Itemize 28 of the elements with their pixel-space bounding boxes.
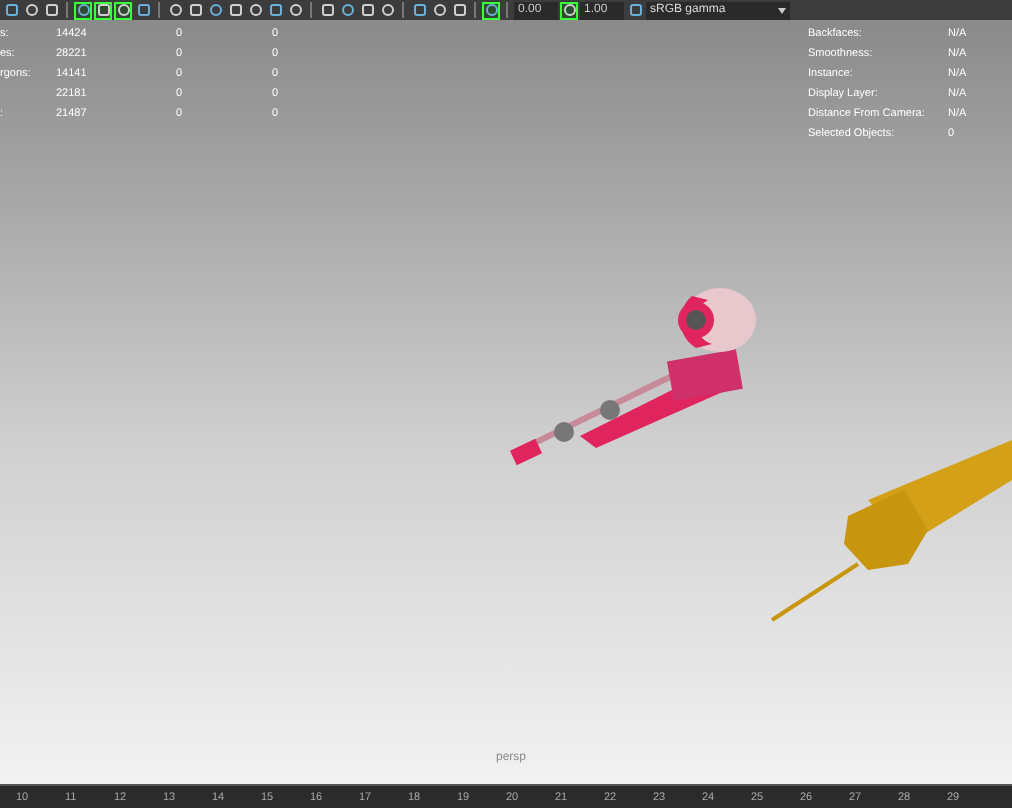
- caret-icon: [778, 7, 786, 13]
- toolbar-button[interactable]: [186, 1, 204, 19]
- toolbar-button[interactable]: [114, 1, 132, 19]
- toolbar-button[interactable]: [410, 1, 428, 19]
- toolbar-button[interactable]: [94, 1, 112, 19]
- tool-icon: [629, 4, 641, 16]
- toolbar-button[interactable]: [22, 1, 40, 19]
- tool-icon: [485, 4, 497, 16]
- toolbar-button[interactable]: [206, 1, 224, 19]
- toolbar-button[interactable]: [134, 1, 152, 19]
- toolbar-button[interactable]: [266, 1, 284, 19]
- toolbar-button[interactable]: [450, 1, 468, 19]
- toolbar-button[interactable]: [626, 1, 644, 19]
- toolbar-button[interactable]: [42, 1, 60, 19]
- toolbar-button[interactable]: [430, 1, 448, 19]
- toolbar-button[interactable]: [338, 1, 356, 19]
- toolbar-button[interactable]: [74, 1, 92, 19]
- toolbar-button[interactable]: [166, 1, 184, 19]
- toolbar-button[interactable]: [2, 1, 20, 19]
- toolbar-button[interactable]: [246, 1, 264, 19]
- toolbar-button[interactable]: [226, 1, 244, 19]
- toolbar-button[interactable]: [318, 1, 336, 19]
- toolbar-button[interactable]: [378, 1, 396, 19]
- toolbar-button[interactable]: [560, 1, 578, 19]
- toolbar-button[interactable]: [286, 1, 304, 19]
- toolbar-button[interactable]: [358, 1, 376, 19]
- tool-icon: [563, 4, 575, 16]
- toolbar-button[interactable]: [482, 1, 500, 19]
